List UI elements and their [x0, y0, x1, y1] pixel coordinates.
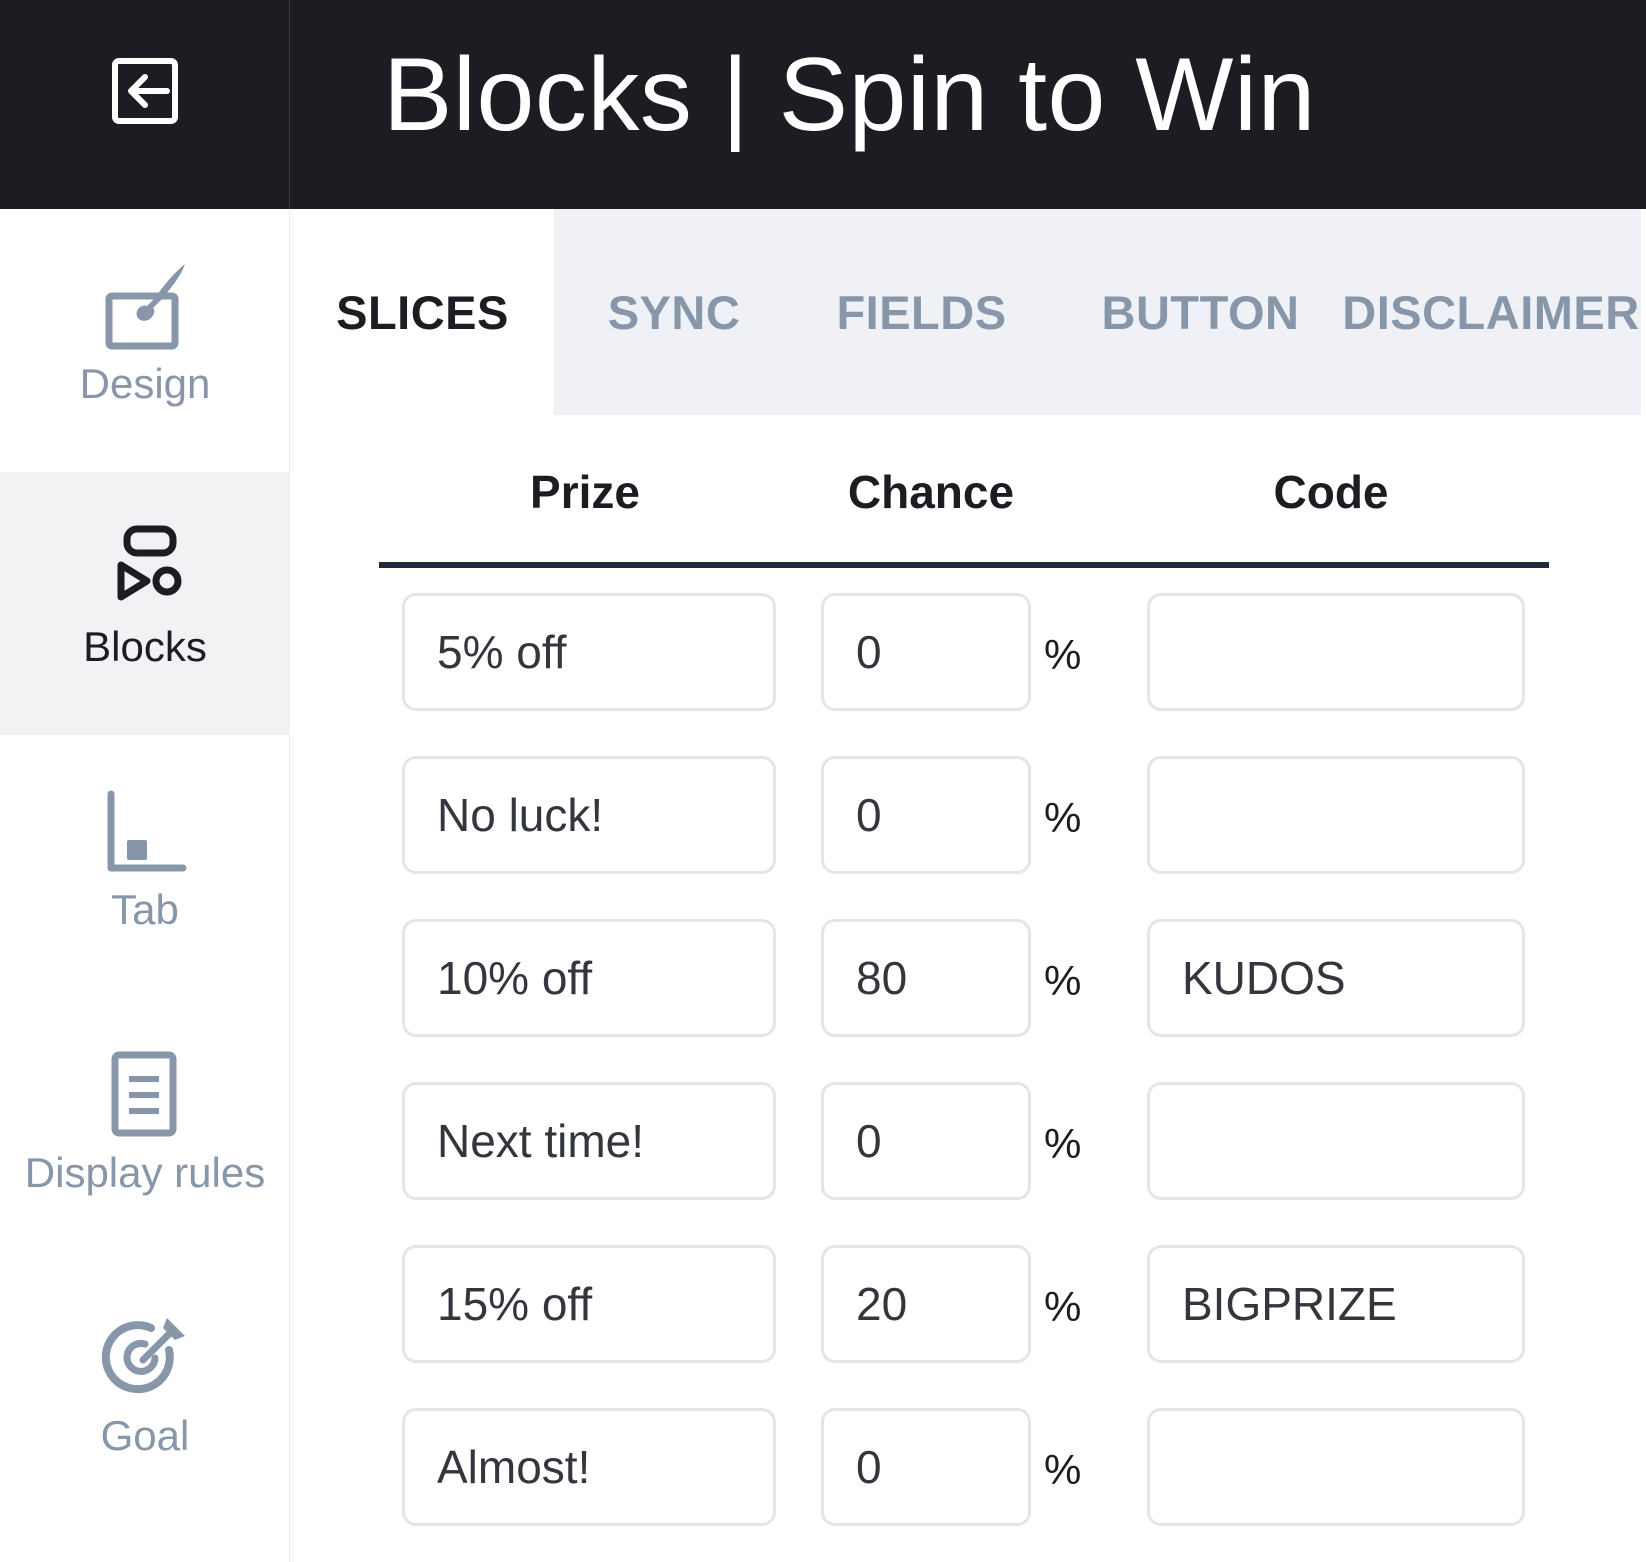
slices-table: Prize Chance Code % % % % % %	[291, 415, 1641, 1562]
sidebar-item-tab[interactable]: Tab	[0, 735, 290, 998]
percent-label: %	[1044, 794, 1082, 841]
chance-input[interactable]	[821, 1245, 1031, 1363]
header-divider	[379, 562, 1549, 568]
percent-label: %	[1044, 631, 1082, 678]
column-header-code: Code	[1273, 466, 1389, 518]
prize-input[interactable]	[402, 756, 776, 874]
table-row: %	[291, 593, 1641, 711]
tab-sync[interactable]: SYNC	[554, 209, 794, 415]
prize-input[interactable]	[402, 919, 776, 1037]
exit-button[interactable]	[0, 0, 290, 209]
prize-input[interactable]	[402, 1245, 776, 1363]
sidebar-item-label: Design	[79, 360, 211, 407]
tab-slices[interactable]: SLICES	[291, 209, 554, 415]
chance-input[interactable]	[821, 756, 1031, 874]
target-icon	[95, 1308, 195, 1408]
sidebar-item-label: Tab	[111, 886, 179, 933]
exit-icon	[111, 57, 178, 124]
table-row: %	[291, 1408, 1641, 1526]
chance-input[interactable]	[821, 919, 1031, 1037]
tab-icon	[95, 782, 195, 882]
sidebar-item-goal[interactable]: Goal	[0, 1261, 290, 1524]
sidebar-item-blocks[interactable]: Blocks	[0, 472, 290, 735]
sidebar: Design Blocks Tab Display rules Goal	[0, 209, 290, 1562]
table-row: %	[291, 1245, 1641, 1363]
tab-fields[interactable]: FIELDS	[794, 209, 1049, 415]
page-title: Blocks | Spin to Win	[383, 37, 1316, 153]
column-header-prize: Prize	[530, 466, 640, 518]
percent-label: %	[1044, 1120, 1082, 1167]
code-input[interactable]	[1147, 593, 1525, 711]
prize-input[interactable]	[402, 593, 776, 711]
code-input[interactable]	[1147, 1082, 1525, 1200]
blocks-icon	[95, 519, 195, 619]
top-bar: Blocks | Spin to Win	[0, 0, 1646, 209]
code-input[interactable]	[1147, 919, 1525, 1037]
table-row: %	[291, 919, 1641, 1037]
sidebar-item-label: Blocks	[83, 623, 207, 670]
percent-label: %	[1044, 1446, 1082, 1493]
sidebar-item-label: Display rules	[24, 1149, 266, 1196]
brush-icon	[95, 256, 195, 356]
code-input[interactable]	[1147, 756, 1525, 874]
prize-input[interactable]	[402, 1408, 776, 1526]
block-tabs: SLICES SYNC FIELDS BUTTON DISCLAIMER	[291, 209, 1646, 415]
percent-label: %	[1044, 1283, 1082, 1330]
percent-label: %	[1044, 957, 1082, 1004]
chance-input[interactable]	[821, 593, 1031, 711]
table-row: %	[291, 1082, 1641, 1200]
column-header-chance: Chance	[847, 466, 1015, 518]
chance-input[interactable]	[821, 1082, 1031, 1200]
table-row: %	[291, 756, 1641, 874]
code-input[interactable]	[1147, 1408, 1525, 1526]
prize-input[interactable]	[402, 1082, 776, 1200]
sidebar-item-design[interactable]: Design	[0, 209, 290, 472]
chance-input[interactable]	[821, 1408, 1031, 1526]
code-input[interactable]	[1147, 1245, 1525, 1363]
sidebar-item-display-rules[interactable]: Display rules	[0, 998, 290, 1261]
tab-disclaimer[interactable]: DISCLAIMER	[1341, 209, 1641, 415]
sidebar-item-label: Goal	[100, 1412, 190, 1459]
document-icon	[95, 1045, 195, 1145]
tab-button[interactable]: BUTTON	[1098, 209, 1303, 415]
